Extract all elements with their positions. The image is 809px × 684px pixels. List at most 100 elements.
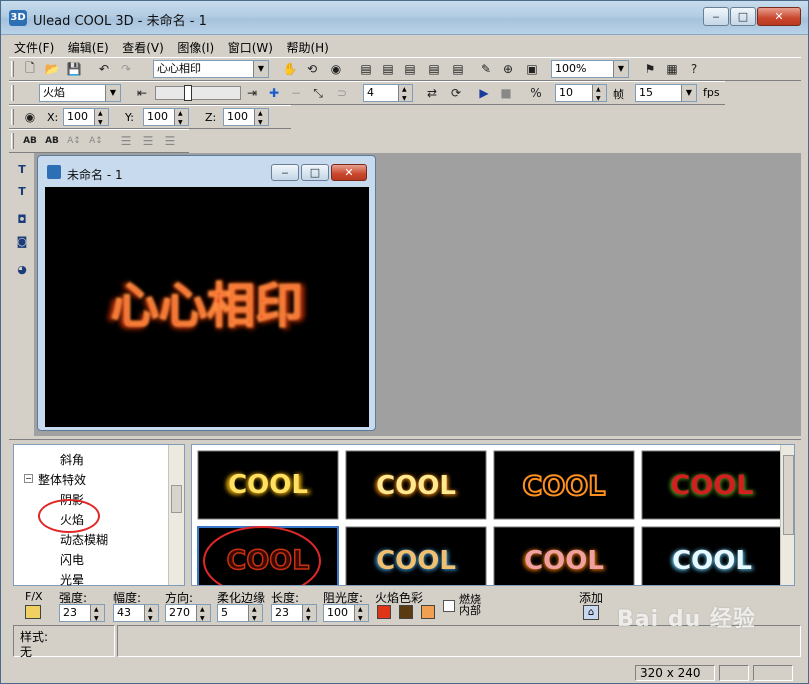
collapse-icon[interactable]: − bbox=[24, 474, 33, 483]
thumbnail-3[interactable]: COOL bbox=[493, 450, 635, 520]
frame-count-spinner[interactable]: 10 bbox=[555, 82, 607, 107]
char-spacing-2-icon[interactable]: AB bbox=[43, 132, 61, 150]
remove-frame-icon[interactable]: − bbox=[287, 84, 305, 102]
spin-arrows-icon[interactable] bbox=[144, 602, 158, 627]
chevron-down-icon[interactable]: ▼ bbox=[613, 61, 628, 77]
spin-arrows-icon[interactable] bbox=[196, 602, 210, 627]
add-to-library-icon[interactable]: ⌂ bbox=[583, 605, 599, 620]
first-frame-icon[interactable]: ⇤ bbox=[133, 84, 151, 102]
spin-arrows-icon[interactable] bbox=[248, 602, 262, 627]
z-spinner[interactable]: 100 bbox=[223, 106, 269, 131]
x-spinner[interactable]: 100 bbox=[63, 106, 109, 131]
menu-image[interactable]: 图像(I) bbox=[172, 36, 219, 56]
toolbar-grip[interactable] bbox=[11, 109, 14, 125]
spin-arrows-icon[interactable] bbox=[592, 82, 606, 107]
hand-icon[interactable]: ✋ bbox=[281, 60, 299, 78]
rotate-icon[interactable]: ⟲ bbox=[303, 60, 321, 78]
redo-icon[interactable]: ↷ bbox=[117, 60, 135, 78]
select-icon[interactable]: ◉ bbox=[327, 60, 345, 78]
context-help-icon[interactable]: ? bbox=[685, 60, 703, 78]
play-icon[interactable]: ▶ bbox=[475, 84, 493, 102]
save-icon[interactable]: 💾 bbox=[65, 60, 83, 78]
globe-icon[interactable]: ⊕ bbox=[499, 60, 517, 78]
flame-color-1[interactable] bbox=[377, 605, 391, 619]
y-spinner[interactable]: 100 bbox=[143, 106, 189, 131]
document-window[interactable]: 未命名 - 1 ‒ □ ✕ 心心相印 心心相印 bbox=[37, 155, 376, 431]
align-center-icon[interactable]: ☰ bbox=[139, 132, 157, 150]
light-icon[interactable]: ✎ bbox=[477, 60, 495, 78]
timeline-slider[interactable] bbox=[155, 85, 241, 101]
close-button[interactable]: ✕ bbox=[757, 7, 801, 26]
new-file-icon[interactable]: 🗋 bbox=[21, 60, 39, 78]
render-icon[interactable]: ▦ bbox=[663, 60, 681, 78]
flame-color-2[interactable] bbox=[399, 605, 413, 619]
spin-arrows-icon[interactable] bbox=[254, 106, 268, 131]
thumbnail-5[interactable]: COOL bbox=[197, 526, 339, 586]
reverse-icon[interactable]: ⤡ bbox=[309, 84, 327, 102]
timeline-slider-thumb[interactable] bbox=[184, 85, 192, 101]
chevron-down-icon[interactable]: ▼ bbox=[105, 85, 120, 101]
maximize-button[interactable]: □ bbox=[730, 7, 756, 26]
align-left-icon[interactable]: ☰ bbox=[117, 132, 135, 150]
thumbnail-1[interactable]: COOL COOL bbox=[197, 450, 339, 520]
object-view-2-icon[interactable]: ▤ bbox=[379, 60, 397, 78]
menu-view[interactable]: 查看(V) bbox=[117, 36, 169, 56]
insert-text-icon[interactable]: T bbox=[13, 161, 31, 179]
edit-text-icon[interactable]: T bbox=[13, 183, 31, 201]
menu-edit[interactable]: 编辑(E) bbox=[63, 36, 114, 56]
toolbar-grip[interactable] bbox=[11, 85, 14, 101]
tree-item-glow[interactable]: 光晕 bbox=[60, 571, 84, 588]
doc-minimize-button[interactable]: ‒ bbox=[271, 164, 299, 181]
direction-spinner[interactable]: 270 bbox=[165, 602, 211, 627]
length-spinner[interactable]: 23 bbox=[271, 602, 317, 627]
thumbnail-scrollbar[interactable] bbox=[780, 445, 794, 585]
align-right-icon[interactable]: ☰ bbox=[161, 132, 179, 150]
export-icon[interactable]: ⚑ bbox=[641, 60, 659, 78]
thumbnail-8[interactable]: COOL COOL bbox=[641, 526, 783, 586]
flame-color-3[interactable] bbox=[421, 605, 435, 619]
object-view-4-icon[interactable]: ▤ bbox=[425, 60, 443, 78]
tree-item-global-effects[interactable]: 整体特效 bbox=[38, 471, 86, 488]
menu-window[interactable]: 窗口(W) bbox=[223, 36, 278, 56]
open-folder-icon[interactable]: 📂 bbox=[43, 60, 61, 78]
smooth-icon[interactable]: ⊃ bbox=[333, 84, 351, 102]
object-view-1-icon[interactable]: ▤ bbox=[357, 60, 375, 78]
percent-icon[interactable]: % bbox=[527, 84, 545, 102]
effect-combo[interactable]: 火焰 ▼ bbox=[39, 84, 121, 102]
thumbnail-2[interactable]: COOL COOL bbox=[345, 450, 487, 520]
toolbar-grip[interactable] bbox=[11, 133, 14, 149]
add-frame-icon[interactable]: ✚ bbox=[265, 84, 283, 102]
spin-arrows-icon[interactable] bbox=[354, 602, 368, 627]
tree-item-lightning[interactable]: 闪电 bbox=[60, 551, 84, 568]
line-spacing-2-icon[interactable]: A↕ bbox=[87, 132, 105, 150]
thumbnail-6[interactable]: COOL COOL bbox=[345, 526, 487, 586]
chevron-down-icon[interactable]: ▼ bbox=[253, 61, 268, 77]
spin-arrows-icon[interactable] bbox=[94, 106, 108, 131]
spin-arrows-icon[interactable] bbox=[302, 602, 316, 627]
tree-item-motion-blur[interactable]: 动态模糊 bbox=[60, 531, 108, 548]
refresh-icon[interactable]: ⟳ bbox=[447, 84, 465, 102]
amplitude-spinner[interactable]: 43 bbox=[113, 602, 159, 627]
tree-item-bevel[interactable]: 斜角 bbox=[60, 451, 84, 468]
position-icon[interactable]: ◉ bbox=[21, 108, 39, 126]
toolbar-grip[interactable] bbox=[11, 61, 14, 77]
frame-spinner[interactable]: 4 bbox=[363, 82, 413, 107]
undo-icon[interactable]: ↶ bbox=[95, 60, 113, 78]
loop-icon[interactable]: ⇄ bbox=[423, 84, 441, 102]
render-canvas[interactable]: 心心相印 心心相印 bbox=[45, 187, 369, 427]
minimize-button[interactable]: ‒ bbox=[703, 7, 729, 26]
fx-toggle-icon[interactable] bbox=[25, 605, 41, 619]
chevron-down-icon[interactable]: ▼ bbox=[681, 85, 696, 101]
text-combo[interactable]: 心心相印 ▼ bbox=[153, 60, 269, 78]
geometry-icon[interactable]: ◕ bbox=[13, 261, 31, 279]
burn-inside-checkbox[interactable] bbox=[443, 600, 455, 612]
object-view-5-icon[interactable]: ▤ bbox=[449, 60, 467, 78]
scrollbar-thumb[interactable] bbox=[171, 485, 182, 513]
line-spacing-icon[interactable]: A↕ bbox=[65, 132, 83, 150]
thumbnail-7[interactable]: COOL COOL bbox=[493, 526, 635, 586]
soft-edge-spinner[interactable]: 5 bbox=[217, 602, 263, 627]
spin-arrows-icon[interactable] bbox=[90, 602, 104, 627]
stop-icon[interactable]: ■ bbox=[497, 84, 515, 102]
fps-combo[interactable]: 15 ▼ bbox=[635, 84, 697, 102]
object-select-icon[interactable]: ◙ bbox=[13, 233, 31, 251]
